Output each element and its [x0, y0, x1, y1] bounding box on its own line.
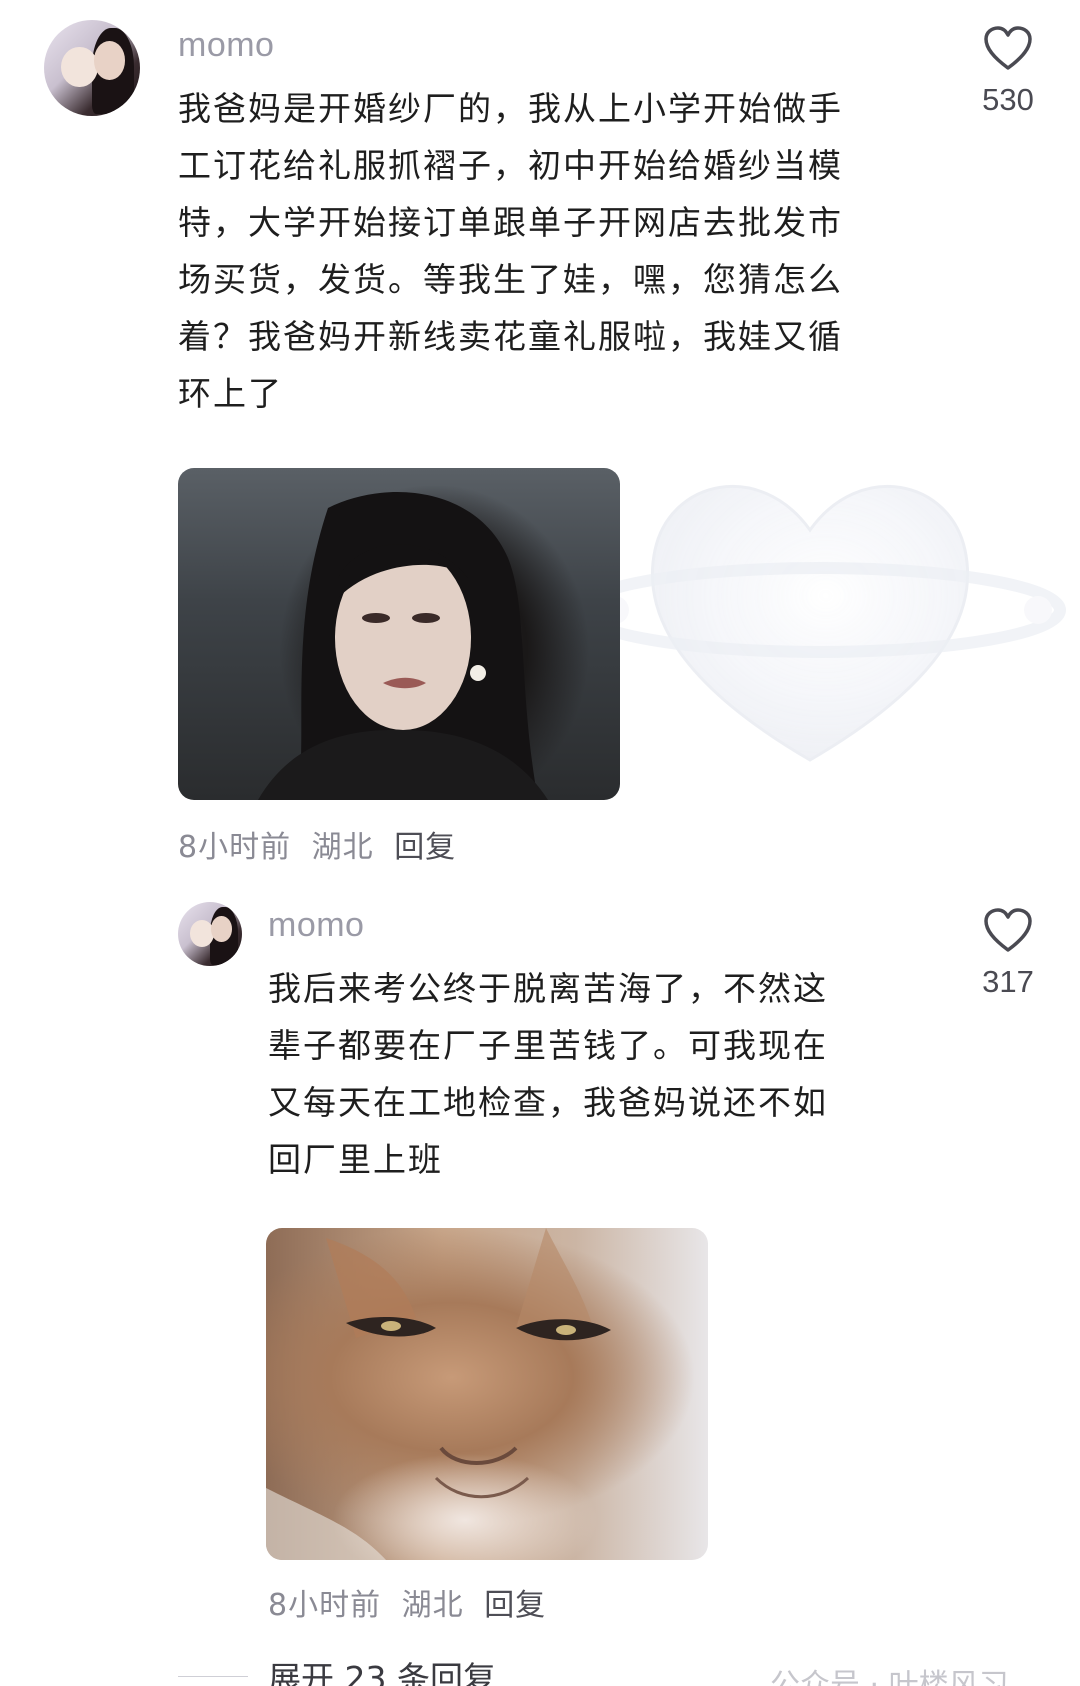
comment-body: 我后来考公终于脱离苦海了，不然这 辈子都要在厂子里苦钱了。可我现在 又每天在工地…	[268, 960, 928, 1188]
like-button[interactable]: 530	[968, 26, 1048, 118]
comment-time: 8小时前	[268, 1588, 382, 1623]
comment-line: 工订花给礼服抓褶子，初中开始给婚纱当模	[178, 146, 843, 185]
like-count: 317	[982, 964, 1034, 999]
comment-line: 环上了	[178, 374, 283, 413]
comment-line: 着？我爸妈开新线卖花童礼服啦，我娃又循	[178, 317, 843, 356]
reply-button[interactable]: 回复	[484, 1588, 546, 1623]
comment-image[interactable]	[178, 468, 620, 800]
comment-thread: momo 530 我爸妈是开婚纱厂的，我从上小学开始做手 工订花给礼服抓褶子，初…	[0, 0, 1080, 1686]
avatar[interactable]	[178, 902, 242, 966]
comment-line: 辈子都要在厂子里苦钱了。可我现在	[268, 1026, 828, 1065]
comment-location: 湖北	[401, 1588, 464, 1623]
divider	[178, 1676, 248, 1677]
comment-body: 我爸妈是开婚纱厂的，我从上小学开始做手 工订花给礼服抓褶子，初中开始给婚纱当模 …	[178, 80, 938, 422]
comment-image[interactable]	[266, 1228, 708, 1560]
comment-time: 8小时前	[178, 830, 292, 865]
cat-image	[266, 1228, 611, 1560]
comment-username[interactable]: momo	[268, 906, 364, 945]
comment-meta: 8小时前 湖北 回复	[178, 822, 466, 866]
avatar[interactable]	[44, 20, 140, 116]
comment-location: 湖北	[311, 830, 374, 865]
heart-outline-icon	[984, 908, 1032, 952]
comment-line: 又每天在工地检查，我爸妈说还不如	[268, 1083, 828, 1122]
comment-line: 我爸妈是开婚纱厂的，我从上小学开始做手	[178, 89, 843, 128]
heart-outline-icon	[984, 26, 1032, 70]
comment-username[interactable]: momo	[178, 26, 274, 65]
reply-button[interactable]: 回复	[394, 830, 456, 865]
comment-line: 我后来考公终于脱离苦海了，不然这	[268, 969, 828, 1008]
like-button[interactable]: 317	[968, 908, 1048, 1000]
comment-line: 特，大学开始接订单跟单子开网店去批发市	[178, 203, 843, 242]
comment-line: 回厂里上班	[268, 1140, 443, 1179]
portrait-image	[258, 492, 548, 800]
expand-replies-button[interactable]: 展开 23 条回复	[268, 1652, 496, 1686]
heart-ring-icon	[574, 484, 1066, 762]
comment-line: 场买货，发货。等我生了娃，嘿，您猜怎么	[178, 260, 843, 299]
comment-meta: 8小时前 湖北 回复	[268, 1580, 556, 1624]
bottom-watermark: 公众号 · 叶楼风习	[770, 1668, 1009, 1686]
like-count: 530	[982, 82, 1034, 117]
